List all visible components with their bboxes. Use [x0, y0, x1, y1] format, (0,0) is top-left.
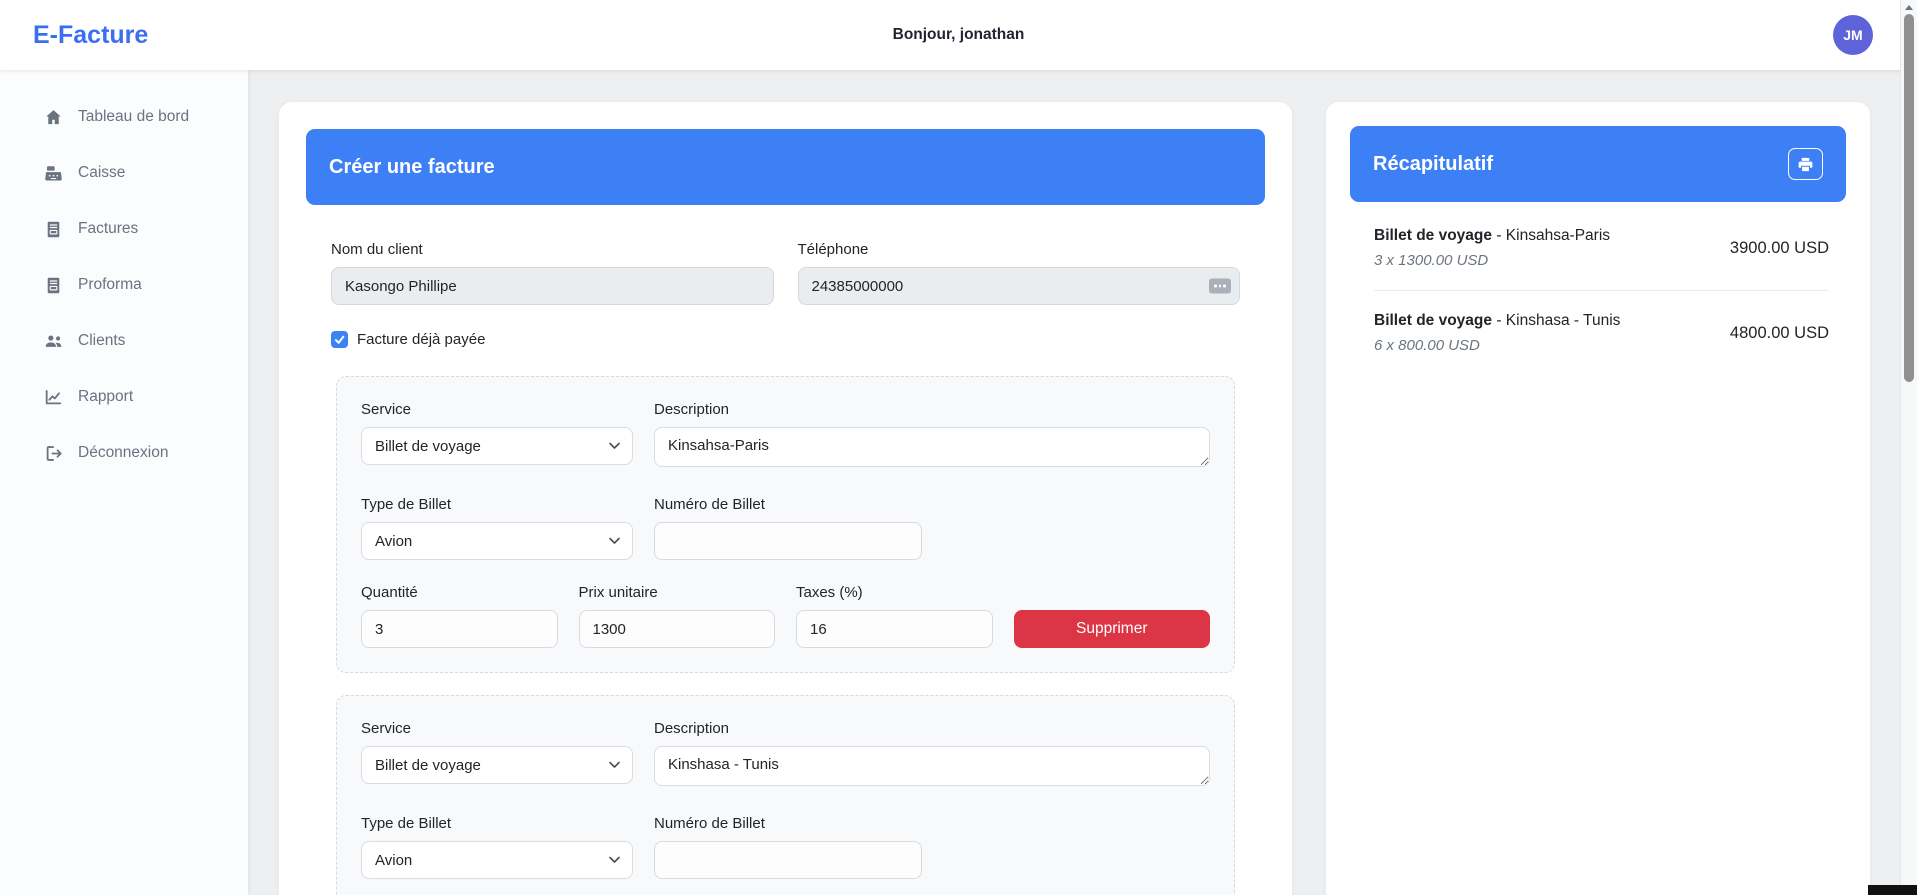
summary-item-name: Billet de voyage	[1374, 312, 1492, 329]
client-name-label: Nom du client	[331, 241, 774, 258]
ticket-number-input[interactable]	[654, 841, 922, 879]
service-block-1: Service Billet de voyage Description Kin…	[336, 376, 1235, 673]
file-invoice-icon	[43, 219, 63, 239]
service-select-value: Billet de voyage	[375, 438, 481, 455]
chevron-down-icon	[609, 443, 620, 450]
printer-icon	[1797, 156, 1814, 173]
service-select[interactable]: Billet de voyage	[361, 746, 633, 784]
summary-item-name: Billet de voyage	[1374, 227, 1492, 244]
delete-service-button[interactable]: Supprimer	[1014, 610, 1211, 648]
taxes-input[interactable]	[796, 610, 993, 648]
content-area: Créer une facture Nom du client Téléphon…	[248, 70, 1900, 895]
page-title: Créer une facture	[329, 156, 495, 179]
summary-title: Récapitulatif	[1373, 153, 1493, 176]
ticket-number-label: Numéro de Billet	[654, 815, 922, 832]
sidebar: Tableau de bord Caisse Factures	[0, 70, 248, 895]
summary-card: Récapitulatif Billet de voyage - Kinsahs…	[1325, 101, 1871, 895]
home-icon	[43, 107, 63, 127]
service-label: Service	[361, 720, 633, 737]
service-label: Service	[361, 401, 633, 418]
service-select-value: Billet de voyage	[375, 757, 481, 774]
app-header: E-Facture Bonjour, jonathan JM	[0, 0, 1917, 70]
taxes-label: Taxes (%)	[796, 584, 993, 601]
phone-input[interactable]	[798, 267, 1241, 305]
sidebar-item-tableau-de-bord[interactable]: Tableau de bord	[0, 97, 248, 137]
avatar[interactable]: JM	[1833, 15, 1873, 55]
chevron-down-icon	[609, 762, 620, 769]
create-invoice-header: Créer une facture	[306, 129, 1265, 205]
print-button[interactable]	[1788, 148, 1823, 180]
brand-logo[interactable]: E-Facture	[33, 0, 148, 70]
summary-item-breakdown: 3 x 1300.00 USD	[1374, 252, 1718, 269]
summary-item-detail: - Kinsahsa-Paris	[1496, 227, 1610, 244]
ticket-type-label: Type de Billet	[361, 815, 633, 832]
sidebar-item-label: Caisse	[78, 164, 125, 182]
chevron-down-icon	[609, 857, 620, 864]
client-name-input[interactable]	[331, 267, 774, 305]
chevron-down-icon	[609, 538, 620, 545]
paid-checkbox-label: Facture déjà payée	[357, 331, 485, 348]
user-greeting: Bonjour, jonathan	[893, 0, 1025, 70]
scrollbar-thumb[interactable]	[1904, 14, 1914, 382]
sidebar-item-label: Proforma	[78, 276, 142, 294]
sidebar-item-deconnexion[interactable]: Déconnexion	[0, 433, 248, 473]
service-block-2: Service Billet de voyage Description Kin…	[336, 695, 1235, 895]
sidebar-item-label: Factures	[78, 220, 138, 238]
sign-out-icon	[43, 443, 63, 463]
ticket-number-input[interactable]	[654, 522, 922, 560]
file-invoice-icon	[43, 275, 63, 295]
check-icon	[334, 334, 345, 345]
screen-corner-artifact	[1868, 885, 1917, 895]
summary-item-detail: - Kinshasa - Tunis	[1496, 312, 1620, 329]
ticket-type-select-value: Avion	[375, 852, 412, 869]
quantity-label: Quantité	[361, 584, 558, 601]
unit-price-label: Prix unitaire	[579, 584, 776, 601]
sidebar-item-clients[interactable]: Clients	[0, 321, 248, 361]
chart-line-icon	[43, 387, 63, 407]
phone-label: Téléphone	[798, 241, 1241, 258]
description-textarea[interactable]: Kinshasa - Tunis	[654, 746, 1210, 786]
summary-items: Billet de voyage - Kinsahsa-Paris 3 x 13…	[1350, 202, 1846, 375]
description-label: Description	[654, 720, 1210, 737]
ticket-type-select-value: Avion	[375, 533, 412, 550]
sidebar-item-label: Tableau de bord	[78, 108, 189, 126]
sidebar-item-rapport[interactable]: Rapport	[0, 377, 248, 417]
paid-checkbox[interactable]	[331, 331, 348, 348]
cash-register-icon	[43, 163, 63, 183]
summary-item-amount: 4800.00 USD	[1730, 324, 1829, 343]
ticket-type-select[interactable]: Avion	[361, 841, 633, 879]
summary-header: Récapitulatif	[1350, 126, 1846, 202]
autofill-dots-icon[interactable]	[1209, 279, 1231, 294]
unit-price-input[interactable]	[579, 610, 776, 648]
service-select[interactable]: Billet de voyage	[361, 427, 633, 465]
users-icon	[43, 331, 63, 351]
sidebar-item-label: Rapport	[78, 388, 133, 406]
ticket-type-select[interactable]: Avion	[361, 522, 633, 560]
sidebar-item-label: Déconnexion	[78, 444, 168, 462]
description-label: Description	[654, 401, 1210, 418]
ticket-number-label: Numéro de Billet	[654, 496, 922, 513]
page-scrollbar[interactable]	[1900, 0, 1917, 895]
scrollbar-up-arrow-icon[interactable]	[1905, 5, 1913, 10]
description-textarea[interactable]: Kinsahsa-Paris	[654, 427, 1210, 467]
sidebar-item-caisse[interactable]: Caisse	[0, 153, 248, 193]
sidebar-item-label: Clients	[78, 332, 125, 350]
ticket-type-label: Type de Billet	[361, 496, 633, 513]
summary-item: Billet de voyage - Kinshasa - Tunis 6 x …	[1374, 291, 1829, 375]
create-invoice-card: Créer une facture Nom du client Téléphon…	[278, 101, 1293, 895]
sidebar-item-proforma[interactable]: Proforma	[0, 265, 248, 305]
invoice-form: Nom du client Téléphone Fact	[306, 205, 1265, 348]
summary-item-amount: 3900.00 USD	[1730, 239, 1829, 258]
paid-checkbox-row[interactable]: Facture déjà payée	[331, 331, 1240, 348]
summary-item: Billet de voyage - Kinsahsa-Paris 3 x 13…	[1374, 206, 1829, 291]
sidebar-item-factures[interactable]: Factures	[0, 209, 248, 249]
quantity-input[interactable]	[361, 610, 558, 648]
summary-item-breakdown: 6 x 800.00 USD	[1374, 337, 1718, 354]
